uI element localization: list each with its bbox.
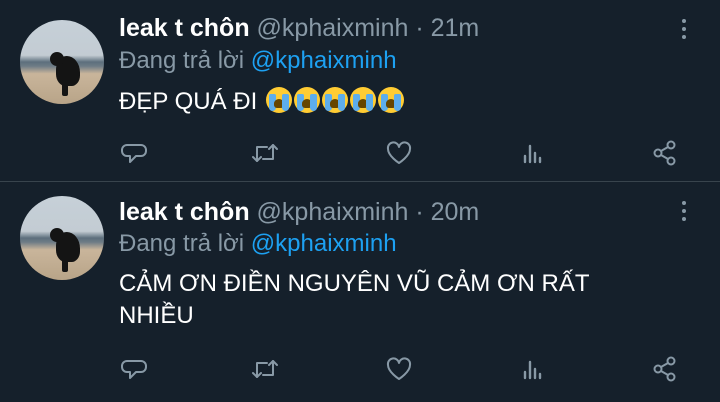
like-icon (386, 357, 412, 380)
display-name[interactable]: leak t chôn (119, 14, 250, 42)
avatar[interactable] (20, 196, 104, 280)
separator-dot: · (415, 198, 424, 226)
tweet[interactable]: leak t chôn @kphaixminh · 21m Đang trả l… (0, 0, 720, 182)
loudly-crying-face-icon (377, 87, 404, 113)
replying-to: Đang trả lời @kphaixminh (119, 229, 397, 259)
like-button[interactable] (384, 354, 414, 384)
replying-to-label: Đang trả lời (119, 47, 245, 74)
comment-icon (121, 144, 147, 163)
reply-button[interactable] (119, 354, 149, 384)
display-name[interactable]: leak t chôn (119, 198, 250, 226)
comment-icon (121, 360, 147, 379)
loudly-crying-face-icon (265, 87, 292, 113)
loudly-crying-face-icon (349, 87, 376, 113)
share-button[interactable] (650, 354, 680, 384)
like-icon (386, 141, 412, 164)
timestamp[interactable]: 21m (431, 14, 480, 42)
replying-to: Đang trả lời @kphaixminh (119, 46, 397, 76)
share-icon (653, 356, 676, 382)
tweet-text: CẢM ƠN ĐIỀN NGUYÊN VŨ CẢM ƠN RẤT NHIỀU (119, 270, 590, 329)
analytics-button[interactable] (518, 354, 548, 384)
like-button[interactable] (384, 138, 414, 168)
tweet-actions (0, 138, 720, 168)
mention-link[interactable]: @kphaixminh (251, 47, 397, 74)
replying-to-label: Đang trả lời (119, 230, 245, 257)
tweet[interactable]: leak t chôn @kphaixminh · 20m Đang trả l… (0, 182, 720, 402)
share-button[interactable] (650, 138, 680, 168)
user-handle[interactable]: @kphaixminh (257, 198, 409, 226)
retweet-icon (252, 360, 278, 378)
separator-dot: · (415, 14, 424, 42)
analytics-icon (523, 360, 542, 380)
timestamp[interactable]: 20m (431, 198, 480, 226)
retweet-button[interactable] (250, 138, 280, 168)
tweet-actions (0, 354, 720, 384)
analytics-button[interactable] (518, 138, 548, 168)
avatar[interactable] (20, 20, 104, 104)
emoji-row (264, 87, 404, 115)
mention-link[interactable]: @kphaixminh (251, 230, 397, 257)
share-icon (653, 140, 676, 166)
tweet-header: leak t chôn @kphaixminh · 20m (119, 196, 479, 228)
tweet-text: ĐẸP QUÁ ĐI (119, 86, 679, 118)
loudly-crying-face-icon (321, 87, 348, 113)
analytics-icon (523, 144, 542, 164)
more-options-icon[interactable] (674, 196, 694, 226)
retweet-icon (252, 144, 278, 162)
tweet-text-content: ĐẸP QUÁ ĐI (119, 88, 258, 115)
reply-button[interactable] (119, 138, 149, 168)
loudly-crying-face-icon (293, 87, 320, 113)
tweet-header: leak t chôn @kphaixminh · 21m (119, 12, 479, 44)
more-options-icon[interactable] (674, 14, 694, 44)
user-handle[interactable]: @kphaixminh (257, 14, 409, 42)
retweet-button[interactable] (250, 354, 280, 384)
